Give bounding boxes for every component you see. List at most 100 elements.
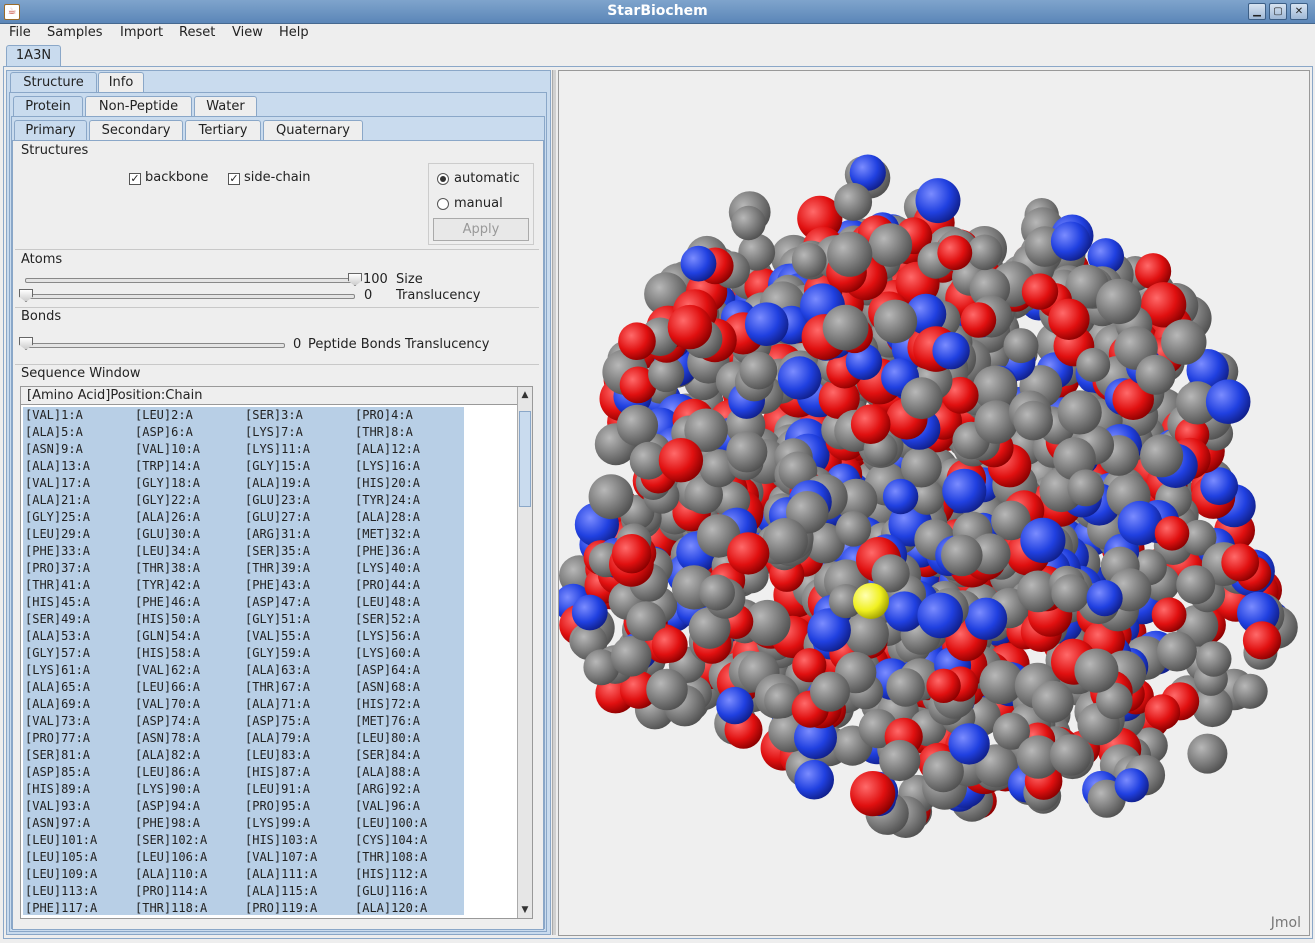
residue-cell[interactable]: [ASN]78:A [133, 730, 243, 747]
menu-samples[interactable]: Samples [47, 25, 103, 40]
residue-cell[interactable]: [ALA]120:A [353, 900, 463, 915]
residue-cell[interactable]: [ALA]12:A [353, 441, 463, 458]
residue-cell[interactable]: [SER]102:A [133, 832, 243, 849]
tab-secondary[interactable]: Secondary [89, 120, 183, 140]
residue-cell[interactable]: [TRP]14:A [133, 458, 243, 475]
residue-cell[interactable]: [LYS]11:A [243, 441, 353, 458]
residue-cell[interactable]: [PRO]4:A [353, 407, 463, 424]
size-slider-thumb[interactable] [348, 273, 362, 286]
residue-cell[interactable]: [SER]84:A [353, 747, 463, 764]
residue-cell[interactable]: [PRO]119:A [243, 900, 353, 915]
tab-info[interactable]: Info [98, 72, 144, 92]
jmol-viewer[interactable]: Jmol [558, 70, 1310, 936]
tab-structure[interactable]: Structure [10, 72, 97, 92]
residue-cell[interactable]: [ASP]85:A [23, 764, 133, 781]
residue-cell[interactable]: [LYS]99:A [243, 815, 353, 832]
residue-cell[interactable]: [VAL]55:A [243, 628, 353, 645]
automatic-radio[interactable] [437, 173, 449, 185]
residue-cell[interactable]: [LEU]66:A [133, 679, 243, 696]
residue-cell[interactable]: [ALA]26:A [133, 509, 243, 526]
residue-cell[interactable]: [GLN]54:A [133, 628, 243, 645]
residue-cell[interactable]: [VAL]10:A [133, 441, 243, 458]
residue-cell[interactable]: [ALA]53:A [23, 628, 133, 645]
residue-cell[interactable]: [ARG]31:A [243, 526, 353, 543]
residue-cell[interactable]: [MET]32:A [353, 526, 463, 543]
residue-cell[interactable]: [ASP]6:A [133, 424, 243, 441]
residue-cell[interactable]: [THR]118:A [133, 900, 243, 915]
residue-cell[interactable]: [LEU]48:A [353, 594, 463, 611]
residue-cell[interactable]: [PHE]98:A [133, 815, 243, 832]
residue-cell[interactable]: [GLY]22:A [133, 492, 243, 509]
residue-cell[interactable]: [LYS]40:A [353, 560, 463, 577]
maximize-button[interactable]: ▢ [1269, 3, 1287, 20]
residue-cell[interactable]: [ALA]79:A [243, 730, 353, 747]
residue-cell[interactable]: [VAL]1:A [23, 407, 133, 424]
menu-help[interactable]: Help [279, 25, 309, 40]
residue-cell[interactable]: [VAL]70:A [133, 696, 243, 713]
residue-cell[interactable]: [LYS]60:A [353, 645, 463, 662]
residue-cell[interactable]: [LEU]29:A [23, 526, 133, 543]
residue-cell[interactable]: [SER]52:A [353, 611, 463, 628]
residue-cell[interactable]: [HIS]58:A [133, 645, 243, 662]
residue-cell[interactable]: [ASN]9:A [23, 441, 133, 458]
residue-cell[interactable]: [ALA]110:A [133, 866, 243, 883]
residue-cell[interactable]: [GLU]30:A [133, 526, 243, 543]
residue-cell[interactable]: [PHE]33:A [23, 543, 133, 560]
residue-cell[interactable]: [VAL]96:A [353, 798, 463, 815]
bonds-slider-thumb[interactable] [19, 337, 33, 350]
residue-cell[interactable]: [VAL]107:A [243, 849, 353, 866]
residue-cell[interactable]: [THR]108:A [353, 849, 463, 866]
residue-cell[interactable]: [THR]67:A [243, 679, 353, 696]
residue-cell[interactable]: [LEU]105:A [23, 849, 133, 866]
residue-cell[interactable]: [LEU]83:A [243, 747, 353, 764]
side-chain-checkbox[interactable]: ✓ [228, 173, 240, 185]
residue-cell[interactable]: [SER]81:A [23, 747, 133, 764]
menu-import[interactable]: Import [120, 25, 163, 40]
menu-file[interactable]: File [9, 25, 31, 40]
residue-cell[interactable]: [TYR]24:A [353, 492, 463, 509]
residue-cell[interactable]: [HIS]89:A [23, 781, 133, 798]
residue-cell[interactable]: [HIS]112:A [353, 866, 463, 883]
residue-cell[interactable]: [ALA]115:A [243, 883, 353, 900]
menu-reset[interactable]: Reset [179, 25, 215, 40]
residue-cell[interactable]: [THR]38:A [133, 560, 243, 577]
residue-cell[interactable]: [GLY]15:A [243, 458, 353, 475]
residue-cell[interactable]: [PHE]46:A [133, 594, 243, 611]
tab-quaternary[interactable]: Quaternary [263, 120, 363, 140]
residue-cell[interactable]: [GLY]59:A [243, 645, 353, 662]
residue-cell[interactable]: [VAL]93:A [23, 798, 133, 815]
residue-cell[interactable]: [ASP]75:A [243, 713, 353, 730]
tab-water[interactable]: Water [194, 96, 257, 116]
residue-cell[interactable]: [ALA]71:A [243, 696, 353, 713]
residue-cell[interactable]: [THR]8:A [353, 424, 463, 441]
residue-cell[interactable]: [GLY]25:A [23, 509, 133, 526]
residue-cell[interactable]: [LEU]113:A [23, 883, 133, 900]
residue-cell[interactable]: [THR]41:A [23, 577, 133, 594]
residue-cell[interactable]: [TYR]42:A [133, 577, 243, 594]
translucency-slider-thumb[interactable] [19, 289, 33, 302]
residue-cell[interactable]: [LEU]109:A [23, 866, 133, 883]
residue-cell[interactable]: [PRO]44:A [353, 577, 463, 594]
split-pane-divider[interactable] [552, 70, 556, 935]
apply-button[interactable]: Apply [433, 218, 529, 241]
residue-cell[interactable]: [LYS]56:A [353, 628, 463, 645]
residue-cell[interactable]: [VAL]62:A [133, 662, 243, 679]
residue-cell[interactable]: [HIS]103:A [243, 832, 353, 849]
residue-cell[interactable]: [GLU]116:A [353, 883, 463, 900]
residue-cell[interactable]: [CYS]104:A [353, 832, 463, 849]
backbone-checkbox[interactable]: ✓ [129, 173, 141, 185]
residue-cell[interactable]: [LEU]101:A [23, 832, 133, 849]
scroll-thumb[interactable] [519, 411, 531, 507]
residue-cell[interactable]: [GLU]23:A [243, 492, 353, 509]
residue-cell[interactable]: [ASP]74:A [133, 713, 243, 730]
residue-cell[interactable]: [ALA]21:A [23, 492, 133, 509]
residue-cell[interactable]: [PRO]114:A [133, 883, 243, 900]
residue-cell[interactable]: [PRO]37:A [23, 560, 133, 577]
residue-cell[interactable]: [LYS]90:A [133, 781, 243, 798]
residue-cell[interactable]: [LEU]80:A [353, 730, 463, 747]
menu-view[interactable]: View [232, 25, 263, 40]
residue-cell[interactable]: [PRO]77:A [23, 730, 133, 747]
residue-cell[interactable]: [ASP]64:A [353, 662, 463, 679]
residue-cell[interactable]: [VAL]17:A [23, 475, 133, 492]
tab-tertiary[interactable]: Tertiary [185, 120, 261, 140]
